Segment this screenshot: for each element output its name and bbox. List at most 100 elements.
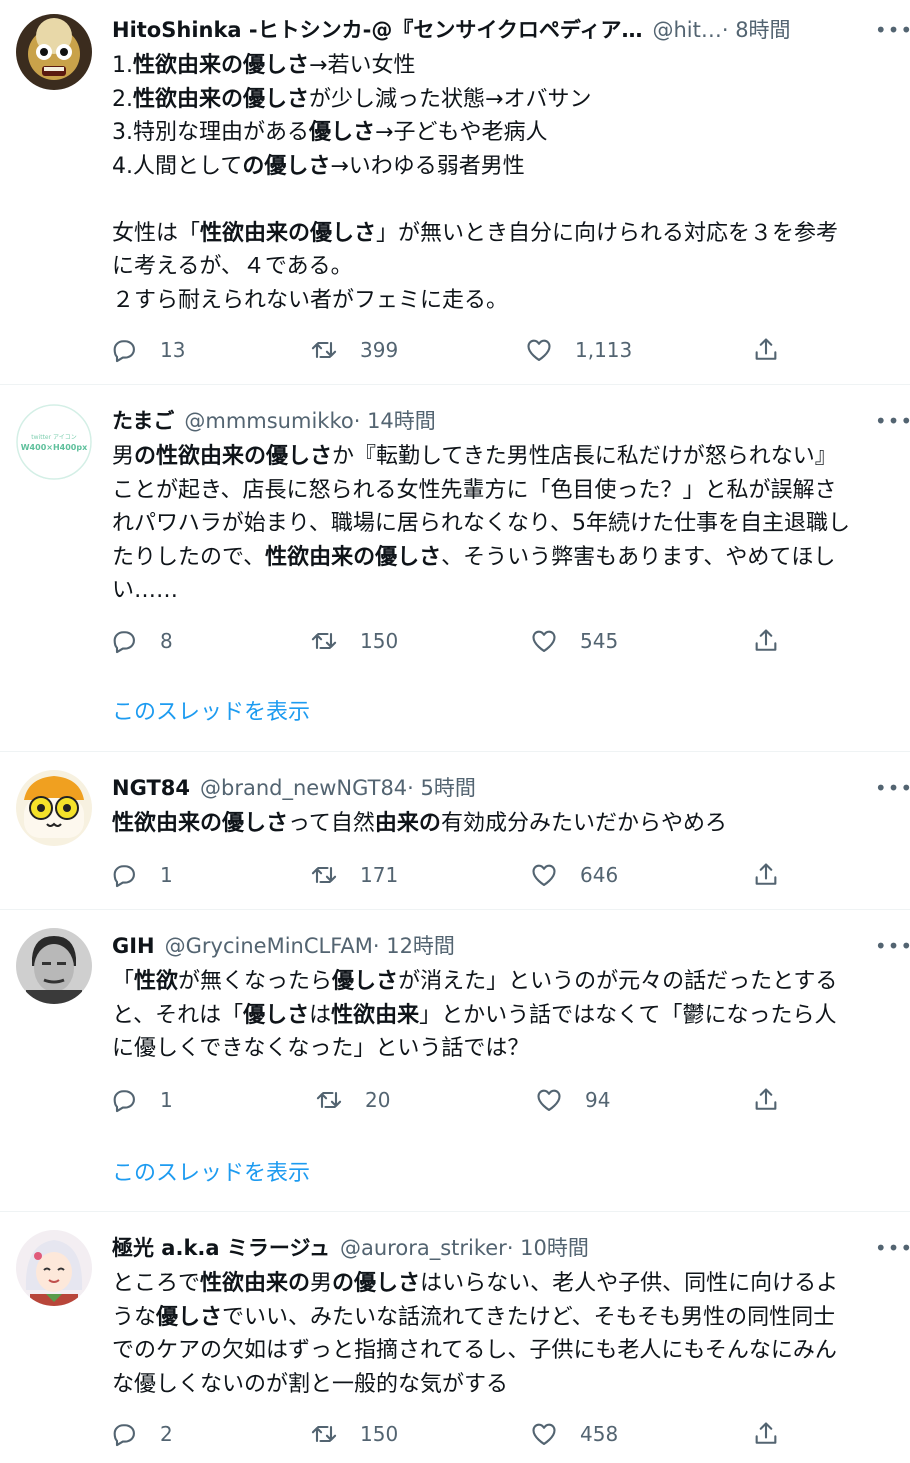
like-button[interactable]: 458 [530,1414,618,1454]
more-options-icon[interactable]: ••• [875,1230,910,1266]
text-segment: でいい、みたいな話流れてきたけど、そもそも男性の同性同士 [222,1304,836,1330]
text-segment: 2. [112,86,133,112]
text-segment: 男 [310,1271,333,1296]
tweet[interactable]: NGT84 @brand_newNGT84 · 5時間 ••• 性欲由来の優しさ… [0,752,910,909]
highlighted-text: 優しさ [309,120,376,145]
avatar[interactable] [16,1230,92,1306]
avatar-image [16,928,92,1004]
highlighted-text: 優しさ [243,1002,310,1028]
more-options-icon[interactable]: ••• [875,403,910,439]
avatar[interactable] [16,928,92,1004]
tweet-header: GIH @GrycineMinCLFAM · 12時間 [112,928,890,964]
retweet-button[interactable]: 150 [310,621,398,661]
share-button[interactable] [752,855,780,895]
share-button[interactable] [752,330,780,370]
tweet[interactable]: HitoShinka -ヒトシンカ-@『センサイクロペディア… @hit… · … [0,0,910,384]
tweet-text-line [112,183,902,217]
retweet-button[interactable]: 150 [310,1414,398,1454]
tweet-text-line: に考えるが、４である。 [112,250,902,284]
tweet-text-line: い…… [112,574,902,608]
tweet-text-line: ことが起き、店長に怒られる女性先輩方に「色目使った？」と私が誤解さ [112,474,902,508]
text-segment: ところで [112,1271,201,1296]
reply-icon [113,1424,135,1447]
user-handle[interactable]: @GrycineMinCLFAM [165,928,373,964]
retweet-count: 171 [360,863,399,887]
like-count: 94 [585,1088,611,1112]
display-name[interactable]: たまご [112,403,174,439]
tweet[interactable]: GIH @GrycineMinCLFAM · 12時間 ••• 「性欲が無くなっ… [0,910,910,1211]
avatar[interactable]: twitter アイコン W400×H400px [16,404,92,480]
reply-button[interactable]: 1 [110,1080,173,1120]
retweet-icon [311,341,337,359]
reply-count: 13 [160,338,186,362]
tweet-text: ところで性欲由来の男の優しさはいらない、老人や子供、同性に向けるよ うな優しさでい… [112,1267,902,1401]
retweet-icon [316,1091,342,1109]
text-segment: 、そういう弊害もあります、やめてほし [441,544,836,570]
display-name[interactable]: NGT84 [112,770,190,806]
highlighted-text: 性欲由来の優しさ [112,811,289,836]
tweet-text-line: でのケアの欠如はずっと指摘されてるし、子供にも老人にもそんなにみん [112,1334,902,1368]
retweet-count: 150 [360,1422,399,1446]
tweet-text-line: 4.人間としての優しさ→いわゆる弱者男性 [112,150,902,184]
text-segment: 4.人間として [112,153,243,179]
timestamp[interactable]: · 12時間 [373,928,455,964]
tweet[interactable]: twitter アイコン W400×H400px たまご @mmmsumikko… [0,385,910,751]
reply-button[interactable]: 13 [110,330,185,370]
highlighted-text: 性欲由来 [331,1002,420,1028]
text-segment: って自然 [288,811,375,836]
text-segment: 3.特別な理由がある [112,120,309,145]
retweet-button[interactable]: 20 [315,1080,390,1120]
display-name[interactable]: GIH [112,928,155,964]
avatar[interactable] [16,770,92,846]
retweet-button[interactable]: 171 [310,855,398,895]
retweet-button[interactable]: 399 [310,330,398,370]
like-button[interactable]: 545 [530,621,618,661]
heart-icon [532,1423,556,1445]
timestamp[interactable]: · 8時間 [722,12,791,48]
share-button[interactable] [752,1080,780,1120]
tweet[interactable]: 極光 a.k.a ミラージュ @aurora_striker · 10時間 ••… [0,1212,910,1463]
user-handle[interactable]: @aurora_striker [340,1230,507,1266]
display-name[interactable]: 極光 a.k.a ミラージュ [112,1230,330,1266]
show-thread-link[interactable]: このスレッドを表示 [112,695,310,731]
share-button[interactable] [752,1414,780,1454]
action-bar: 8 150 545 [110,621,800,661]
more-options-icon[interactable]: ••• [875,770,910,806]
action-bar: 1 20 94 [110,1080,800,1120]
like-button[interactable]: 646 [530,855,618,895]
like-count: 458 [580,1422,619,1446]
timestamp[interactable]: · 14時間 [354,403,436,439]
heart-icon [537,1089,561,1111]
user-handle[interactable]: @hit… [652,12,721,48]
tweet-header: たまご @mmmsumikko · 14時間 [112,403,890,439]
timestamp[interactable]: · 5時間 [407,770,476,806]
avatar-caption: twitter アイコン [31,434,76,441]
more-options-icon[interactable]: ••• [875,12,910,48]
reply-button[interactable]: 8 [110,621,173,661]
retweet-count: 150 [360,629,399,653]
like-button[interactable]: 1,113 [525,330,632,370]
tweet-text: 「性欲が無くなったら優しさが消えた」というのが元々の話だったとする と、それは「優… [112,965,902,1066]
text-segment: い…… [112,578,179,603]
tweet-text: 男の性欲由来の優しさか『転勤してきた男性店長に私だけが怒られない』 ことが起き、店… [112,440,902,608]
avatar[interactable] [16,14,92,90]
tweet-text-line: 性欲由来の優しさって自然由来の有効成分みたいだからやめろ [112,807,902,841]
text-segment: か『転勤してきた男性店長に私だけが怒られない』 [332,444,837,469]
text-segment: 」が無いとき自分に向けられる対応を３を参考 [376,220,839,246]
like-button[interactable]: 94 [535,1080,610,1120]
share-button[interactable] [752,621,780,661]
reply-icon [113,1090,135,1113]
more-options-icon[interactable]: ••• [875,928,910,964]
reply-button[interactable]: 2 [110,1414,173,1454]
tweet-text-line: れパワハラが始まり、職場に居られなくなり、5年続けた仕事を自主退職し [112,507,902,541]
timestamp[interactable]: · 10時間 [507,1230,589,1266]
user-handle[interactable]: @brand_newNGT84 [200,770,407,806]
tweet-text-line: と、それは「優しさは性欲由来」とかいう話ではなくて「鬱になったら人 [112,999,902,1033]
text-segment: でのケアの欠如はずっと指摘されてるし、子供にも老人にもそんなにみん [112,1338,837,1363]
user-handle[interactable]: @mmmsumikko [184,403,353,439]
display-name[interactable]: HitoShinka -ヒトシンカ-@『センサイクロペディア… [112,12,642,48]
tweet-text: 性欲由来の優しさって自然由来の有効成分みたいだからやめろ [112,807,902,841]
show-thread-link[interactable]: このスレッドを表示 [112,1156,310,1192]
text-segment: が少し減った状態→オバサン [309,86,592,112]
reply-button[interactable]: 1 [110,855,173,895]
